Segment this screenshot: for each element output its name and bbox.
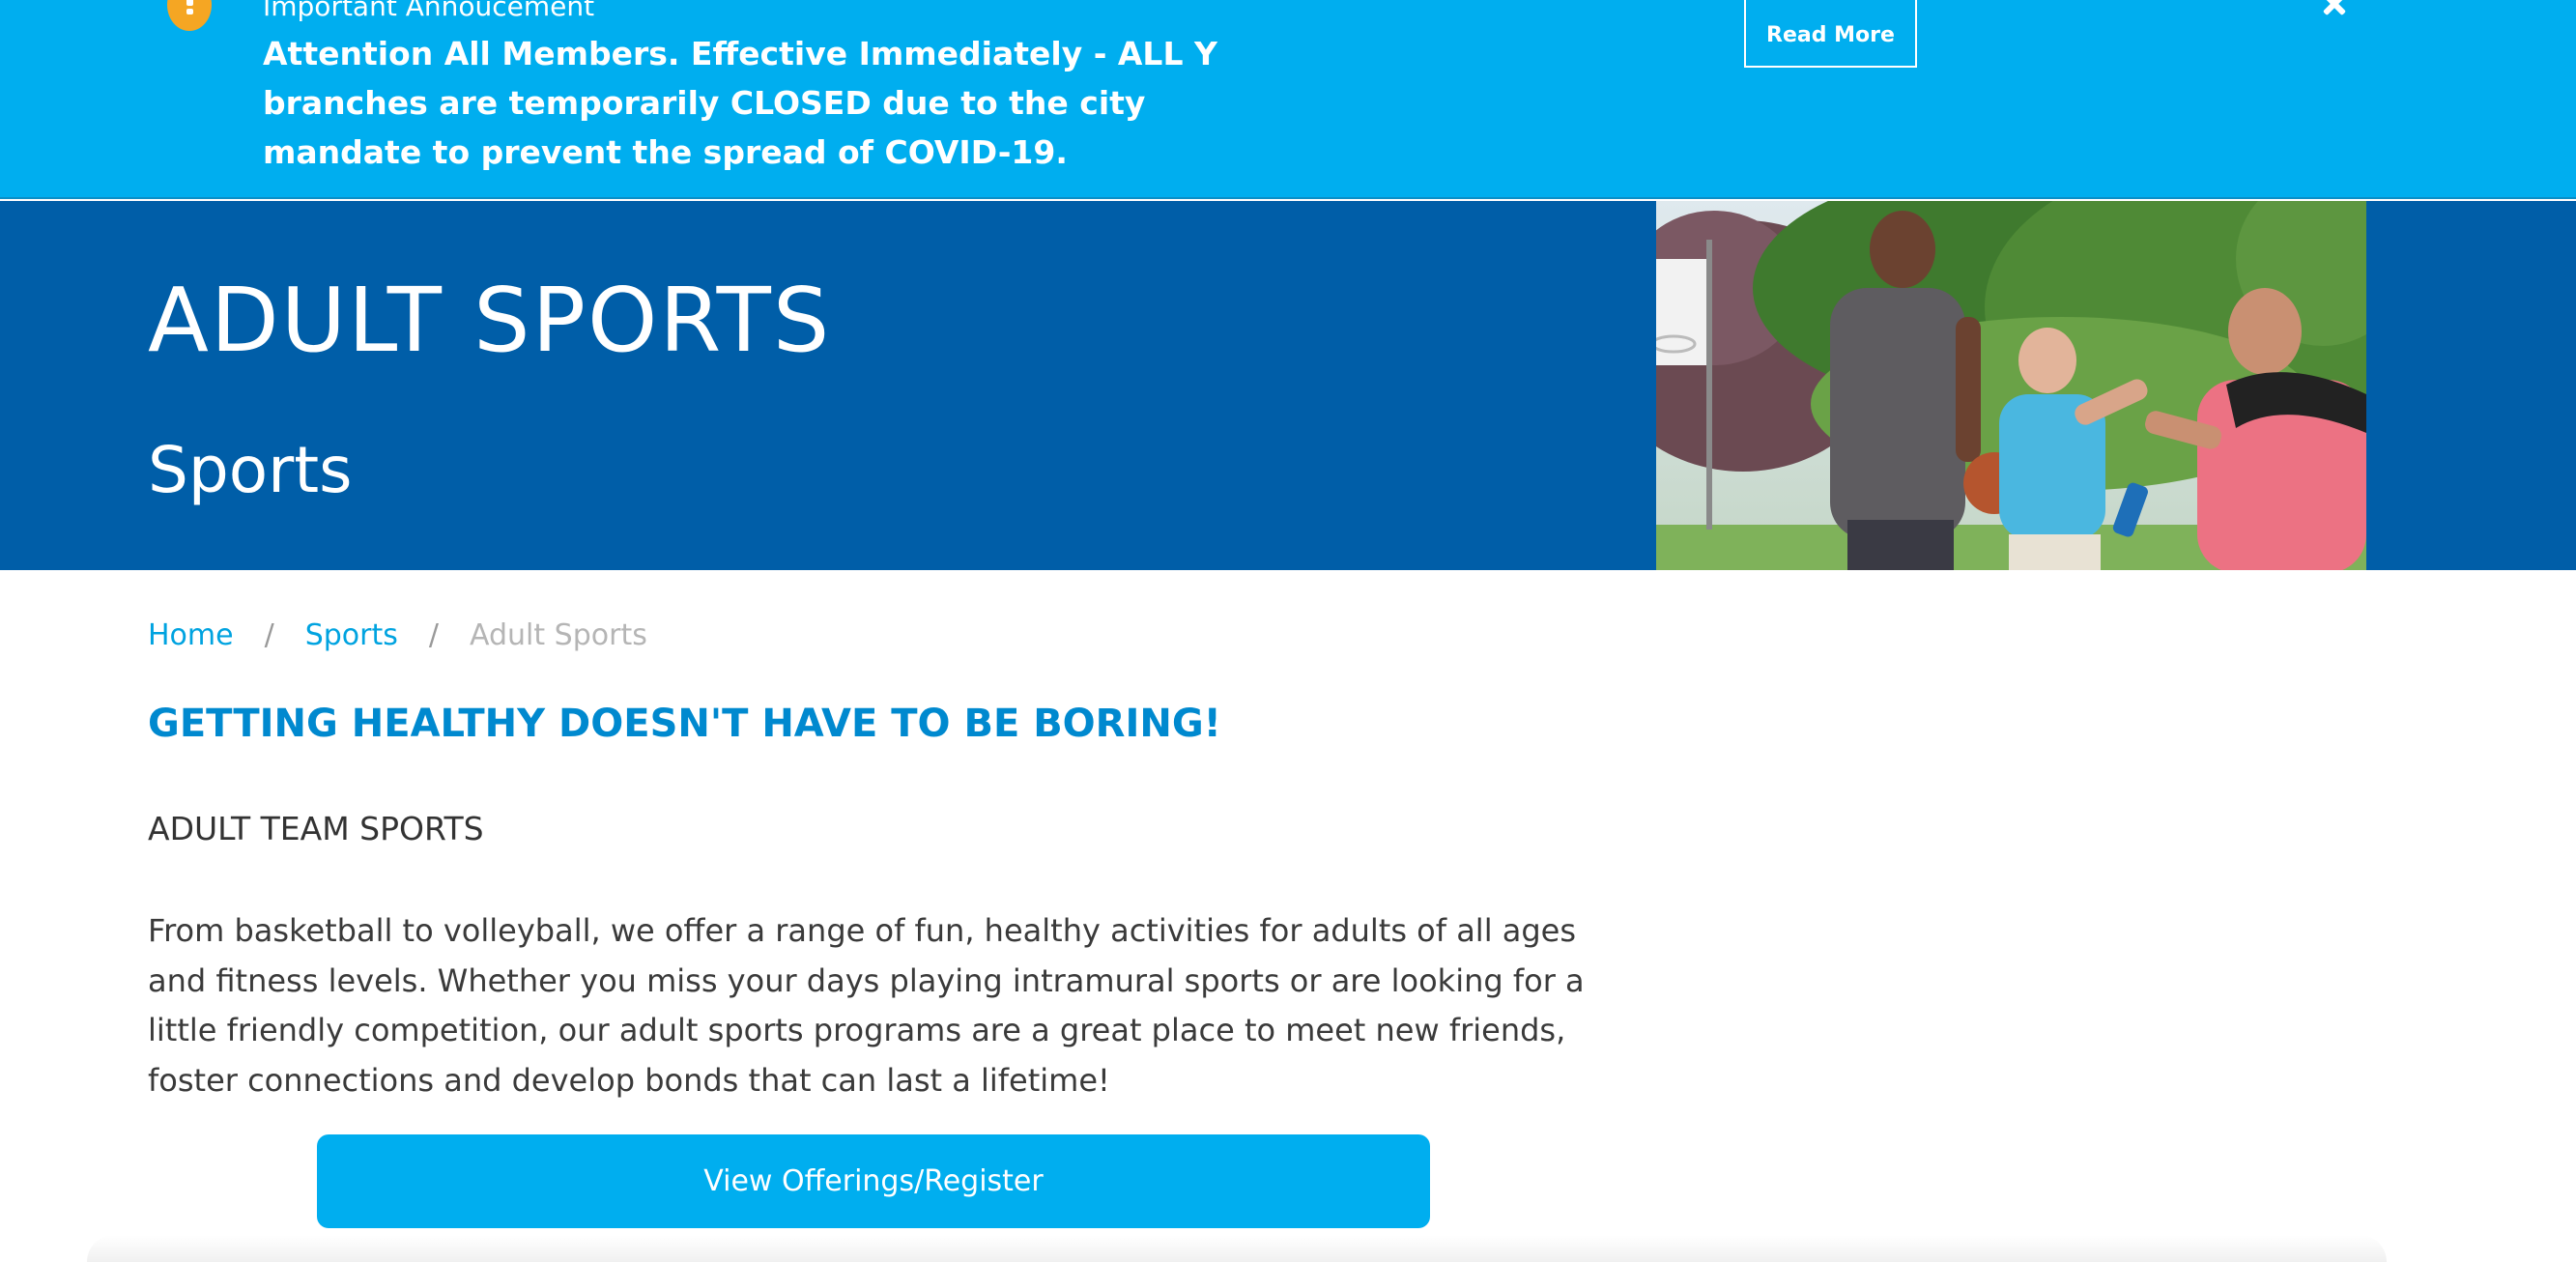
announcement-heading: Important Annoucement (263, 0, 595, 22)
content-headline: GETTING HEALTHY DOESN'T HAVE TO BE BORIN… (148, 702, 1221, 746)
read-more-button[interactable]: Read More (1744, 0, 1917, 68)
body-paragraph: From basketball to volleyball, we offer … (148, 912, 1585, 1099)
page-title: ADULT SPORTS (148, 269, 832, 372)
breadcrumb-sports-link[interactable]: Sports (305, 618, 398, 652)
breadcrumb-home-link[interactable]: Home (148, 618, 234, 652)
breadcrumb-separator: / (428, 618, 439, 652)
close-icon[interactable] (2319, 0, 2348, 17)
breadcrumb: Home / Sports / Adult Sports (148, 618, 647, 652)
view-offerings-register-button[interactable]: View Offerings/Register (317, 1134, 1430, 1228)
breadcrumb-separator: / (264, 618, 274, 652)
exclamation-icon (167, 0, 212, 31)
announcement-message: Attention All Members. Effective Immedia… (263, 35, 1217, 171)
page-subtitle: Sports (148, 433, 353, 507)
announcement-banner: Important Annoucement Attention All Memb… (0, 0, 2576, 199)
hero-banner: ADULT SPORTS Sports (0, 201, 2576, 570)
section-heading: ADULT TEAM SPORTS (148, 810, 484, 847)
hero-photo (1656, 201, 2366, 570)
content-card-edge (87, 1235, 2387, 1262)
breadcrumb-current: Adult Sports (469, 618, 647, 652)
